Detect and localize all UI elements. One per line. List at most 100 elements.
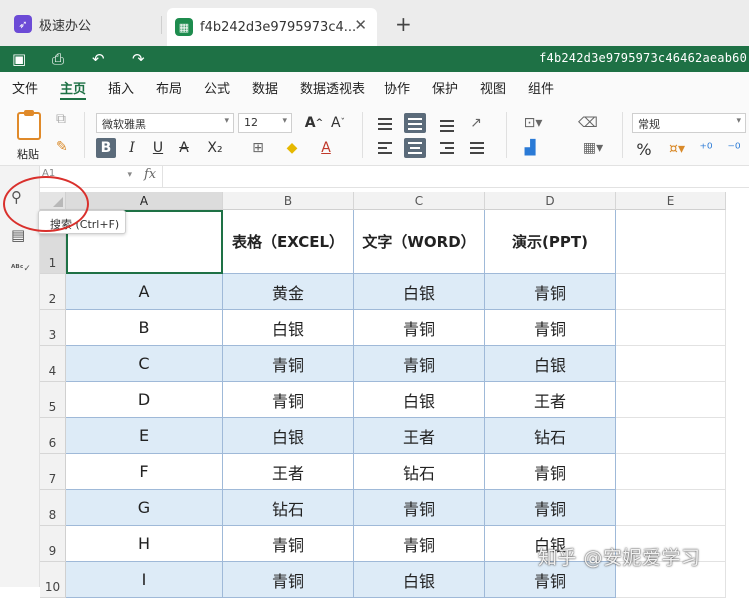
close-icon[interactable]: ✕ <box>354 16 367 34</box>
column-header[interactable]: D <box>485 192 616 210</box>
table-cell[interactable]: I <box>66 562 223 598</box>
align-left-button[interactable] <box>374 138 396 158</box>
menu-layout[interactable]: 布局 <box>156 78 182 97</box>
table-cell[interactable]: 青铜 <box>485 310 616 346</box>
table-cell[interactable]: 青铜 <box>485 454 616 490</box>
menu-data[interactable]: 数据 <box>252 78 278 97</box>
table-cell[interactable]: 青铜 <box>354 310 485 346</box>
italic-button[interactable]: I <box>122 138 142 158</box>
font-size-select[interactable]: 12 ▾ <box>238 113 292 133</box>
shrink-font-button[interactable]: Aˇ <box>328 113 348 133</box>
table-cell[interactable]: 王者 <box>354 418 485 454</box>
menu-protect[interactable]: 保护 <box>432 78 458 97</box>
table-cell[interactable] <box>616 274 726 310</box>
row-header[interactable]: 7 <box>40 454 66 490</box>
wrap-text-icon[interactable]: ⊡▾ <box>518 113 548 133</box>
row-header[interactable]: 4 <box>40 346 66 382</box>
percent-button[interactable]: % <box>634 139 654 159</box>
tab-home[interactable]: ➶ 极速办公 <box>6 8 161 40</box>
table-cell[interactable]: 青铜 <box>223 562 354 598</box>
justify-button[interactable] <box>466 138 488 158</box>
menu-home[interactable]: 主页 <box>60 78 86 97</box>
comment-icon[interactable]: ▤ <box>11 226 25 244</box>
table-cell[interactable]: E <box>66 418 223 454</box>
table-cell[interactable]: 白银 <box>485 346 616 382</box>
column-header[interactable]: C <box>354 192 485 210</box>
decrease-decimal-icon[interactable]: ⁻⁰ <box>724 139 744 159</box>
table-cell[interactable]: 青铜 <box>354 526 485 562</box>
table-cell[interactable]: 钻石 <box>354 454 485 490</box>
redo-icon[interactable]: ↷ <box>132 50 145 68</box>
table-cell[interactable]: G <box>66 490 223 526</box>
table-cell[interactable]: 青铜 <box>223 382 354 418</box>
tab-document[interactable]: ▦ f4b242d3e9795973c4... ✕ <box>167 8 377 46</box>
menu-collaborate[interactable]: 协作 <box>384 78 410 97</box>
table-cell[interactable] <box>616 210 726 274</box>
align-middle-button[interactable] <box>404 113 426 133</box>
table-cell[interactable]: 白银 <box>223 310 354 346</box>
clear-format-icon[interactable]: ⌫ <box>578 113 598 133</box>
table-cell[interactable] <box>616 346 726 382</box>
row-header[interactable]: 3 <box>40 310 66 346</box>
fill-color-icon[interactable]: ◆ <box>282 138 302 158</box>
menu-components[interactable]: 组件 <box>528 78 554 97</box>
table-cell[interactable]: 青铜 <box>485 274 616 310</box>
table-cell[interactable]: H <box>66 526 223 562</box>
bold-button[interactable]: B <box>96 138 116 158</box>
underline-button[interactable]: U <box>148 138 168 158</box>
table-cell[interactable]: 王者 <box>485 382 616 418</box>
column-header[interactable]: E <box>616 192 726 210</box>
print-icon[interactable]: ⎙ <box>52 50 64 68</box>
menu-pivot[interactable]: 数据透视表 <box>300 78 365 97</box>
align-top-button[interactable] <box>374 113 396 133</box>
table-cell[interactable] <box>616 454 726 490</box>
table-cell[interactable] <box>616 418 726 454</box>
align-right-button[interactable] <box>436 138 458 158</box>
table-cell[interactable]: 演示(PPT) <box>485 210 616 274</box>
row-header[interactable]: 6 <box>40 418 66 454</box>
font-color-button[interactable]: A <box>316 138 336 158</box>
table-cell[interactable]: 钻石 <box>223 490 354 526</box>
menu-insert[interactable]: 插入 <box>108 78 134 97</box>
table-cell[interactable]: 青铜 <box>485 490 616 526</box>
table-cell[interactable]: 王者 <box>223 454 354 490</box>
menu-formula[interactable]: 公式 <box>204 78 230 97</box>
increase-decimal-icon[interactable]: ⁺⁰ <box>696 139 716 159</box>
table-cell[interactable]: 白银 <box>223 418 354 454</box>
table-cell[interactable] <box>616 490 726 526</box>
strikethrough-button[interactable]: A <box>174 138 194 158</box>
format-painter-icon[interactable]: ✎ <box>56 139 68 155</box>
menu-view[interactable]: 视图 <box>480 78 506 97</box>
table-cell[interactable]: 表格（EXCEL） <box>223 210 354 274</box>
align-bottom-button[interactable] <box>436 113 458 133</box>
column-header[interactable]: A <box>66 192 223 210</box>
table-cell[interactable]: D <box>66 382 223 418</box>
table-cell[interactable] <box>616 382 726 418</box>
borders-icon[interactable]: ⊞ <box>248 138 268 158</box>
function-icon[interactable]: fx <box>144 167 156 182</box>
align-center-button[interactable] <box>404 138 426 158</box>
row-header[interactable]: 2 <box>40 274 66 310</box>
save-icon[interactable]: ▣ <box>12 50 26 68</box>
table-cell[interactable]: 青铜 <box>354 490 485 526</box>
table-cell[interactable]: 白银 <box>354 562 485 598</box>
currency-icon[interactable]: ¤▾ <box>664 139 690 159</box>
row-header[interactable]: 9 <box>40 526 66 562</box>
table-cell[interactable]: 青铜 <box>223 346 354 382</box>
table-cell[interactable]: 黄金 <box>223 274 354 310</box>
grow-font-button[interactable]: A ^ <box>304 113 324 133</box>
merge-cells-icon[interactable]: ▟ <box>520 138 540 158</box>
table-cell[interactable]: 青铜 <box>354 346 485 382</box>
cell-style-icon[interactable]: ▦▾ <box>578 138 608 158</box>
table-cell[interactable]: C <box>66 346 223 382</box>
table-cell[interactable]: 青铜 <box>223 526 354 562</box>
menu-file[interactable]: 文件 <box>12 78 38 97</box>
paste-button[interactable]: 粘贴 <box>12 110 46 162</box>
number-format-select[interactable]: 常规 ▾ <box>632 113 746 133</box>
font-name-select[interactable]: 微软雅黑 ▾ <box>96 113 234 133</box>
table-cell[interactable]: A <box>66 274 223 310</box>
spellcheck-icon[interactable]: ᴬᴮᶜ✓ <box>11 264 31 274</box>
text-orientation-icon[interactable]: ↗ <box>466 113 486 133</box>
table-cell[interactable] <box>616 310 726 346</box>
row-header[interactable]: 10 <box>40 562 66 598</box>
